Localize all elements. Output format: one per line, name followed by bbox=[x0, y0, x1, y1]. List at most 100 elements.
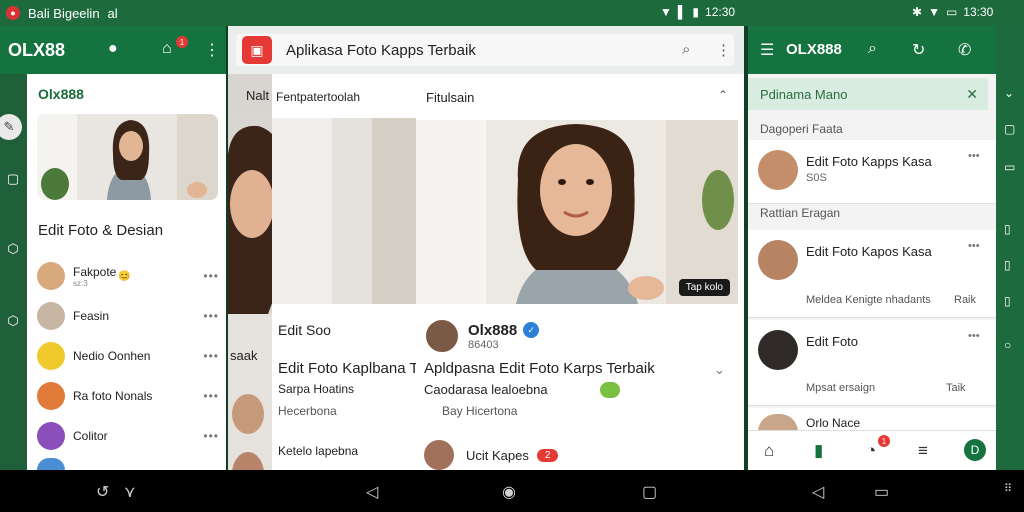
refresh-icon[interactable]: ↻ bbox=[912, 40, 925, 60]
featured-photo[interactable]: Tap kolo bbox=[416, 120, 738, 304]
more-icon[interactable]: ••• bbox=[203, 349, 219, 363]
chevron-down-icon[interactable]: ⌄ bbox=[1004, 86, 1014, 100]
phone-icon[interactable]: ▯ bbox=[1004, 258, 1011, 272]
more-icon[interactable]: ••• bbox=[203, 309, 219, 323]
collapse-icon[interactable]: ⌃ bbox=[718, 88, 728, 102]
wifi-icon: ▼ bbox=[660, 5, 672, 19]
contact-row[interactable]: Nedio Oonhen ••• bbox=[37, 338, 219, 374]
home-button-icon[interactable]: ◉ bbox=[502, 482, 516, 502]
panel-icon[interactable]: ▯ bbox=[1004, 222, 1011, 236]
more-icon[interactable]: ••• bbox=[968, 150, 980, 162]
recents-icon[interactable]: ▢ bbox=[642, 482, 657, 502]
hero-photo-illustration bbox=[37, 114, 218, 200]
brand-title: Olx888 bbox=[38, 86, 84, 102]
back-item-title-2: Edit Foto Kaplbana Te bbox=[278, 360, 426, 377]
back-item-title: Edit Soo bbox=[278, 322, 331, 338]
status-extra: al bbox=[107, 5, 118, 21]
back-card[interactable]: Fentpatertoolah Edit Soo Edit Foto Kaplb… bbox=[272, 74, 426, 470]
status-time-right: 13:30 bbox=[963, 5, 994, 19]
more-vert-icon[interactable]: ⋮ bbox=[716, 41, 731, 59]
post-meta: Bay Hicertona bbox=[442, 404, 518, 418]
location-icon[interactable]: ● bbox=[108, 40, 118, 58]
back-item-sub: Sarpa Hoatins bbox=[278, 382, 355, 396]
grid-icon[interactable]: ▯ bbox=[1004, 294, 1011, 308]
chat-row[interactable]: Edit Foto Kapos Kasa Meldea Kenigte nhad… bbox=[748, 230, 996, 318]
home-icon[interactable]: ⌂ bbox=[764, 441, 774, 461]
contact-row[interactable]: Ra foto Nonals ••• bbox=[37, 378, 219, 414]
banner-label: Pdinama Mano bbox=[760, 86, 848, 102]
avatar bbox=[37, 422, 65, 450]
contact-row[interactable]: Feasin ••• bbox=[37, 298, 219, 334]
chat-row[interactable]: Edit Foto Mpsat ersaign Taik ••• bbox=[748, 320, 996, 406]
search-icon[interactable]: ⌕ bbox=[682, 41, 690, 58]
contact-name: Ra foto Nonals bbox=[73, 389, 153, 403]
recents-icon-right[interactable]: ▭ bbox=[874, 482, 889, 502]
phone-icon[interactable]: ✆ bbox=[958, 40, 971, 60]
more-icon[interactable]: ••• bbox=[203, 389, 219, 403]
section-title: Edit Foto & Desian bbox=[38, 222, 164, 239]
wifi-icon-right: ▼ bbox=[928, 5, 940, 19]
left-strip-label: saak bbox=[230, 348, 258, 363]
back-icon[interactable]: ◁ bbox=[366, 482, 378, 502]
hexagon-icon[interactable]: ⬡ bbox=[4, 312, 22, 330]
chat-row[interactable]: Edit Foto Kapps Kasa S0S ••• bbox=[748, 140, 996, 204]
circle-icon[interactable]: ○ bbox=[1004, 338, 1011, 352]
chat-meta: Mpsat ersaign bbox=[806, 382, 876, 394]
more-icon[interactable]: ••• bbox=[968, 240, 980, 252]
avatar bbox=[37, 382, 65, 410]
battery-icon-right: ▭ bbox=[945, 5, 958, 19]
folder-icon[interactable]: ▢ bbox=[4, 170, 22, 188]
verified-icon: ✓ bbox=[523, 322, 540, 338]
shop-icon[interactable]: ▮ bbox=[814, 441, 823, 461]
keyboard-icon[interactable]: ⠿ bbox=[1004, 482, 1012, 495]
search-bar[interactable]: ▣ Aplikasa Foto Kapps Terbaik ⌕ ⋮ bbox=[236, 34, 734, 66]
rotate-icon[interactable]: ↺ bbox=[96, 482, 109, 502]
avatar bbox=[37, 342, 65, 370]
reaction-icon[interactable] bbox=[600, 382, 620, 398]
front-card-caption: Fitulsain bbox=[426, 90, 475, 105]
profile-icon[interactable]: D bbox=[964, 439, 986, 461]
search-icon[interactable]: ⌕ bbox=[868, 40, 877, 58]
post-profile[interactable]: Olx888 ✓ 86403 bbox=[424, 318, 540, 354]
left-panel: Olx888 Edit Foto & Desian Fakpote sz:3 😊… bbox=[27, 74, 228, 470]
info-banner: Pdinama Mano ✕ bbox=[748, 78, 988, 110]
list-icon[interactable]: ≡ bbox=[918, 441, 928, 461]
contact-row[interactable]: Fakpote sz:3 😊 ••• bbox=[37, 258, 219, 294]
system-nav-bar: ↺ ⋎ ◁ ◉ ▢ ◁ ▭ ⠿ bbox=[0, 470, 1024, 512]
more-icon[interactable]: ••• bbox=[203, 429, 219, 443]
chat-row[interactable]: Orlo Nace bbox=[748, 408, 996, 432]
bell-icon[interactable]: ◔ bbox=[866, 441, 876, 461]
gesture-icon[interactable]: ⋎ bbox=[124, 482, 136, 502]
notification-badge: 1 bbox=[878, 435, 890, 447]
window-icon[interactable]: ▭ bbox=[1004, 160, 1015, 174]
bluetooth-icon: ✱ bbox=[912, 5, 923, 19]
profile-name: Olx888 bbox=[468, 321, 518, 339]
close-icon[interactable]: ✕ bbox=[966, 86, 978, 103]
avatar bbox=[758, 330, 798, 370]
chat-name: Edit Foto bbox=[806, 334, 859, 349]
photo-chip[interactable]: Tap kolo bbox=[678, 279, 730, 296]
bottom-item[interactable]: Ucit Kapes 2 bbox=[424, 440, 559, 470]
shield-icon[interactable]: ⬡ bbox=[4, 240, 22, 258]
right-app-title: OLX888 bbox=[786, 41, 842, 58]
contact-name: Feasin bbox=[73, 309, 110, 323]
back-item-bottom: Ketelo lapebna bbox=[278, 444, 359, 458]
contact-row[interactable]: Colitor ••• bbox=[37, 418, 219, 454]
pencil-icon[interactable]: ✎ bbox=[0, 114, 22, 140]
chevron-down-icon[interactable]: ⌄ bbox=[714, 362, 725, 378]
back-icon-right[interactable]: ◁ bbox=[812, 482, 824, 502]
app-logo: OLX88 bbox=[8, 39, 66, 60]
screen: ● Bali Bigeelin al ▼ ▌ ▮ 12:30 ✱ ▼ ▭ 13:… bbox=[0, 0, 1024, 512]
chat-tail: Taik bbox=[946, 382, 966, 394]
more-icon[interactable]: ••• bbox=[968, 330, 980, 342]
square-icon[interactable]: ▢ bbox=[1004, 122, 1015, 136]
more-icon[interactable]: ••• bbox=[203, 269, 219, 283]
avatar bbox=[424, 440, 454, 470]
bottom-item-title: Ucit Kapes bbox=[466, 447, 529, 463]
menu-icon[interactable]: ☰ bbox=[760, 40, 774, 60]
home-icon[interactable]: ⌂ bbox=[162, 40, 172, 58]
more-vert-icon[interactable]: ⋮ bbox=[204, 40, 220, 60]
notification-icon: ● bbox=[6, 6, 20, 20]
hero-photo[interactable] bbox=[37, 114, 218, 200]
contact-name: Colitor bbox=[73, 429, 108, 443]
